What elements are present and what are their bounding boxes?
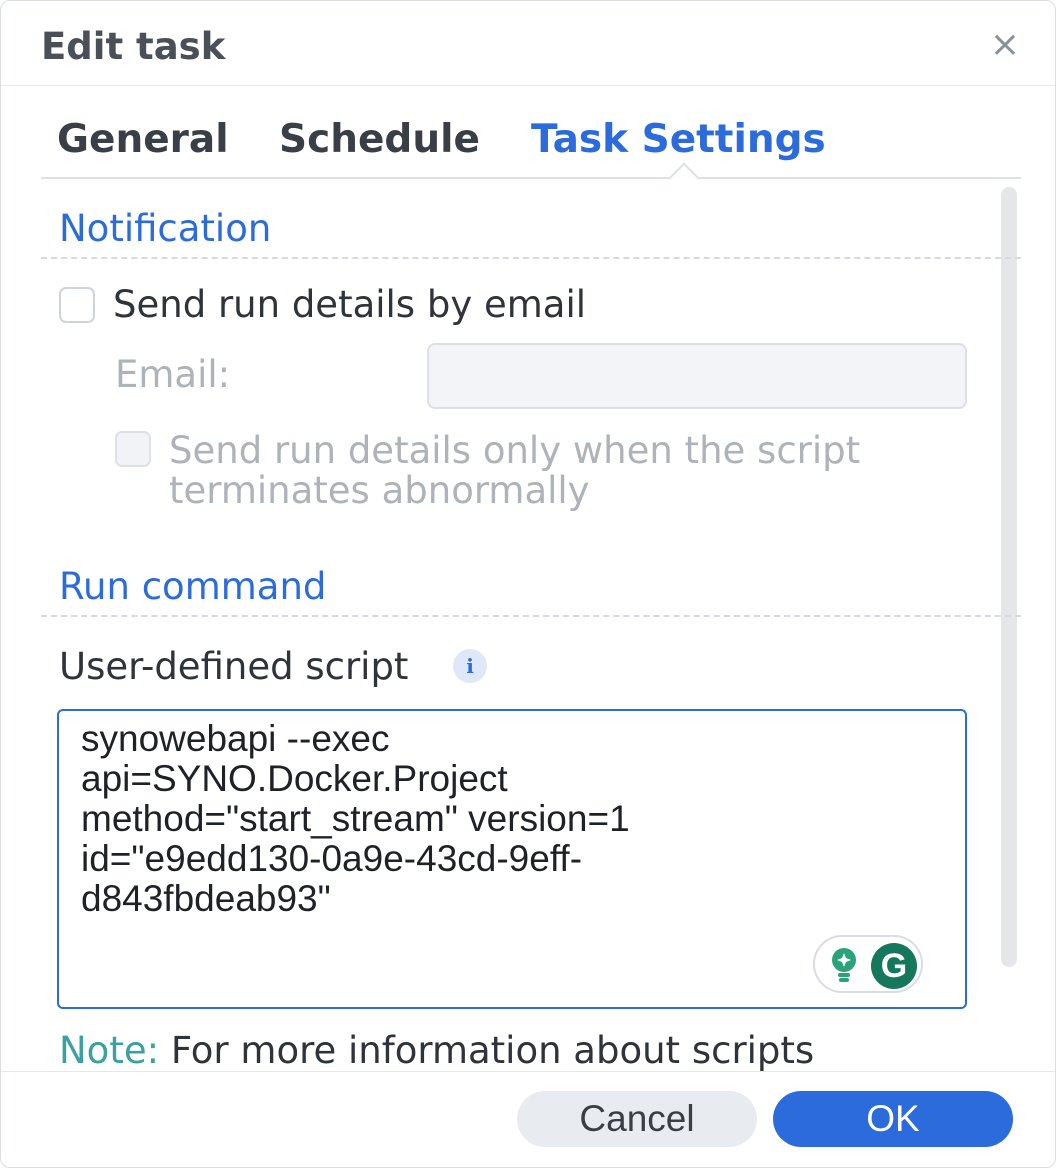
- abnormal-only-label-line2: terminates abnormally: [169, 469, 590, 512]
- run-command-section-title: Run command: [59, 565, 327, 608]
- info-icon[interactable]: i: [453, 649, 487, 683]
- tab-task-settings[interactable]: Task Settings: [531, 117, 826, 162]
- note-text: Note: For more information about scripts: [59, 1029, 814, 1072]
- grammarly-bulb-icon[interactable]: [829, 947, 859, 983]
- ok-button[interactable]: OK: [773, 1091, 1013, 1147]
- vertical-scrollbar[interactable]: [1001, 187, 1017, 967]
- edit-task-dialog: Edit task × General Schedule Task Settin…: [0, 0, 1056, 1168]
- send-email-label[interactable]: Send run details by email: [113, 283, 586, 326]
- active-tab-indicator: [668, 162, 700, 194]
- note-label: Note:: [59, 1029, 160, 1072]
- user-defined-script-label: User-defined script: [59, 645, 409, 688]
- abnormal-only-label-line1: Send run details only when the script: [169, 429, 861, 472]
- cancel-button[interactable]: Cancel: [517, 1091, 757, 1147]
- tab-underline: [41, 177, 1021, 179]
- email-input[interactable]: [427, 343, 967, 409]
- abnormal-only-checkbox[interactable]: [115, 431, 151, 467]
- grammarly-widget[interactable]: G: [813, 935, 923, 993]
- title-separator: [1, 85, 1055, 86]
- notification-section-title: Notification: [59, 207, 272, 250]
- run-command-divider: [41, 615, 1021, 617]
- email-label: Email:: [115, 353, 231, 396]
- send-email-checkbox[interactable]: [59, 287, 95, 323]
- grammarly-icon[interactable]: G: [871, 943, 917, 989]
- tab-general[interactable]: General: [57, 117, 229, 162]
- note-body: For more information about scripts: [159, 1029, 815, 1072]
- close-icon[interactable]: ×: [985, 23, 1025, 67]
- tab-schedule[interactable]: Schedule: [279, 117, 480, 162]
- dialog-title: Edit task: [41, 25, 226, 68]
- notification-divider: [41, 257, 1021, 259]
